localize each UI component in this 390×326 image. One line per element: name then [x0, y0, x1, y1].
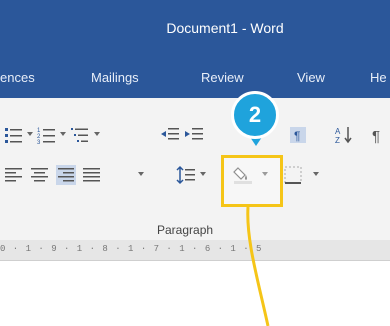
- multilevel-dropdown-icon[interactable]: [94, 132, 100, 136]
- svg-text:¶: ¶: [372, 128, 380, 145]
- sort-icon[interactable]: A Z: [334, 125, 354, 145]
- bullets-dropdown-icon[interactable]: [27, 132, 33, 136]
- borders-dropdown-icon[interactable]: [313, 172, 319, 176]
- decrease-indent-icon[interactable]: [160, 125, 180, 145]
- increase-indent-icon[interactable]: [184, 125, 204, 145]
- line-spacing-dropdown-icon[interactable]: [200, 172, 206, 176]
- document-canvas[interactable]: [0, 261, 390, 326]
- ruler-ticks: 0 · 1 · 9 · 1 · 8 · 1 · 7 · 1 · 6 · 1 · …: [0, 244, 263, 254]
- show-hide-marks-icon[interactable]: ¶: [288, 125, 308, 145]
- paragraph-mark-icon[interactable]: ¶: [368, 125, 388, 145]
- svg-text:¶: ¶: [294, 129, 300, 143]
- align-right-icon[interactable]: [56, 165, 76, 185]
- svg-text:A: A: [335, 127, 341, 136]
- tab-review[interactable]: Review: [201, 70, 244, 85]
- step-number-badge: 2: [231, 91, 279, 139]
- align-left-icon[interactable]: [4, 165, 24, 185]
- tab-view[interactable]: View: [297, 70, 325, 85]
- borders-icon[interactable]: [283, 165, 303, 185]
- tab-mailings[interactable]: Mailings: [91, 70, 139, 85]
- window-title: Document1 - Word: [166, 20, 284, 36]
- numbering-icon[interactable]: 1 2 3: [37, 125, 57, 145]
- justify-icon[interactable]: [82, 165, 102, 185]
- bullets-icon[interactable]: [4, 125, 24, 145]
- justify-dropdown-icon[interactable]: [138, 172, 144, 176]
- horizontal-ruler[interactable]: 0 · 1 · 9 · 1 · 8 · 1 · 7 · 1 · 6 · 1 · …: [0, 240, 390, 261]
- shading-highlight-box: [221, 155, 283, 207]
- svg-text:Z: Z: [335, 136, 340, 145]
- svg-text:3: 3: [37, 140, 41, 145]
- line-spacing-icon[interactable]: [176, 165, 196, 185]
- multilevel-list-icon[interactable]: [70, 125, 90, 145]
- tab-references[interactable]: ences: [0, 70, 35, 85]
- title-bar: Document1 - Word: [0, 0, 390, 58]
- ribbon-row-lists: 1 2 3 ¶ A Z ¶: [0, 120, 390, 150]
- numbering-dropdown-icon[interactable]: [60, 132, 66, 136]
- ribbon-row-alignment: [0, 160, 390, 190]
- tab-help[interactable]: He: [370, 70, 387, 85]
- ribbon-paragraph-panel: 1 2 3 ¶ A Z ¶: [0, 98, 390, 241]
- paragraph-group-label: Paragraph: [157, 223, 214, 237]
- align-center-icon[interactable]: [30, 165, 50, 185]
- ribbon-tabs: ences Mailings Review View He: [0, 58, 390, 98]
